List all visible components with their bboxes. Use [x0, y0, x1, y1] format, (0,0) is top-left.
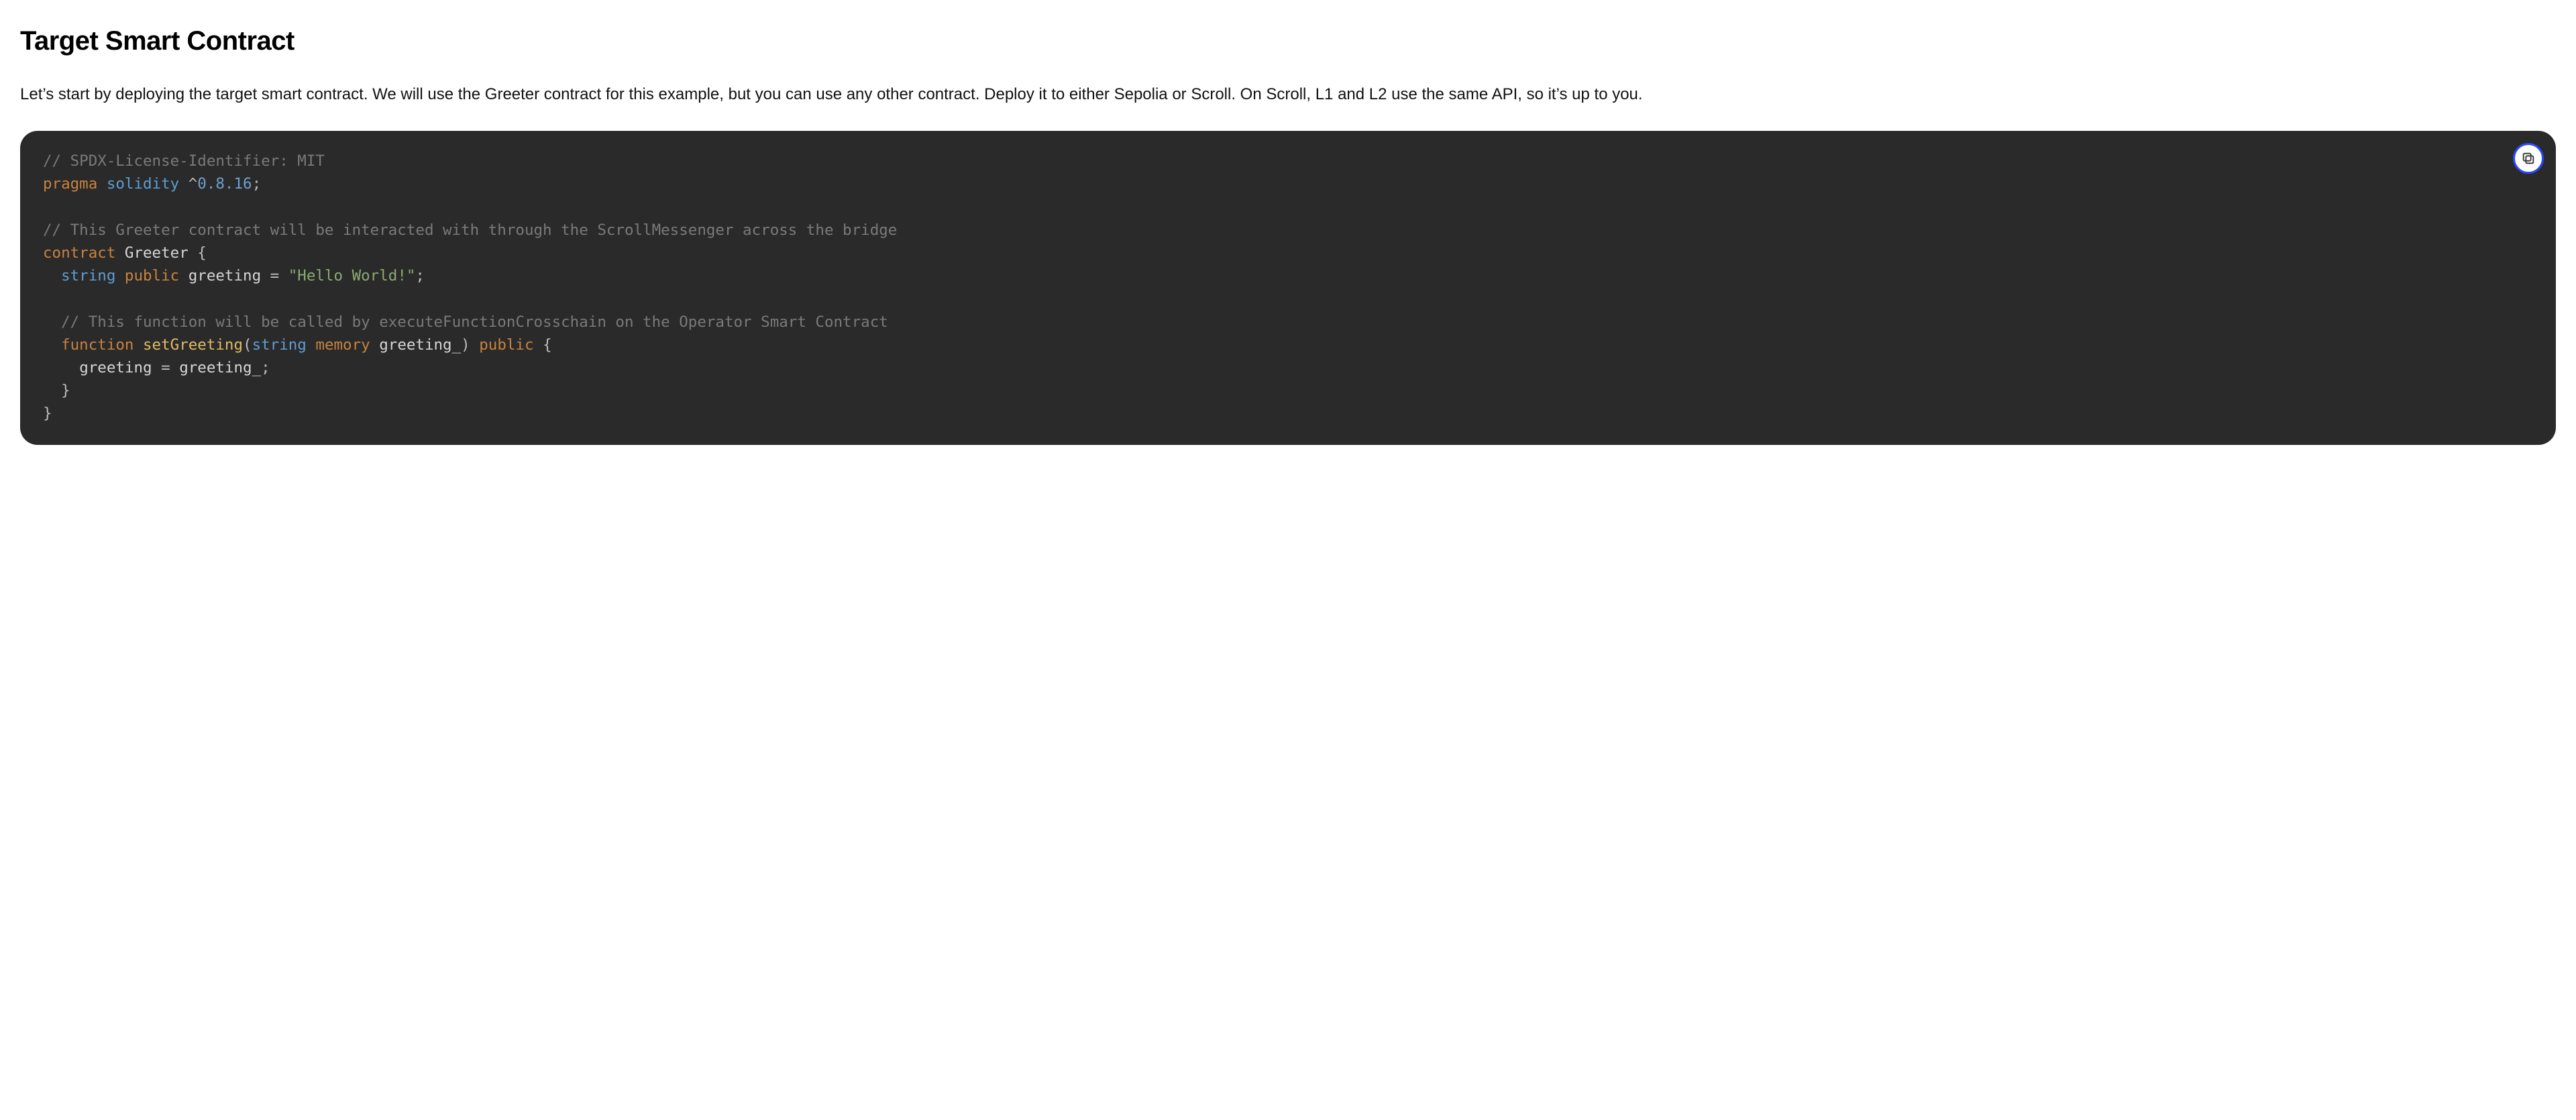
code-type: string — [252, 336, 307, 354]
code-block: // SPDX-License-Identifier: MIT pragma s… — [20, 131, 2556, 445]
code-number: 0.8.16 — [197, 175, 252, 193]
code-punct: } — [61, 382, 70, 399]
code-comment: // This Greeter contract will be interac… — [43, 221, 897, 239]
code-indent — [43, 359, 79, 376]
code-punct: ; — [415, 267, 425, 285]
copy-icon — [2521, 151, 2536, 166]
code-punct: { — [197, 244, 207, 262]
code-keyword: pragma — [43, 175, 97, 193]
code-keyword: contract — [43, 244, 115, 262]
code-punct: ( — [243, 336, 252, 354]
code-punct: ) — [461, 336, 470, 354]
code-ident: greeting_ — [179, 359, 261, 376]
code-ident: Greeter — [125, 244, 189, 262]
code-punct: ^ — [189, 175, 198, 193]
section-heading: Target Smart Contract — [20, 20, 2556, 62]
code-keyword: public — [125, 267, 179, 285]
code-comment: // SPDX-License-Identifier: MIT — [43, 152, 325, 170]
code-punct: ; — [252, 175, 262, 193]
code-indent — [43, 382, 61, 399]
copy-button[interactable] — [2513, 143, 2544, 174]
code-content: // SPDX-License-Identifier: MIT pragma s… — [43, 150, 2533, 425]
code-ident: greeting_ — [379, 336, 461, 354]
code-comment: // This function will be called by execu… — [61, 313, 888, 331]
code-punct: } — [43, 405, 52, 422]
code-ident: greeting — [79, 359, 152, 376]
code-punct: = — [161, 359, 170, 376]
code-ident: greeting — [189, 267, 261, 285]
code-keyword: public — [479, 336, 533, 354]
code-keyword: solidity — [107, 175, 179, 193]
code-punct: ; — [261, 359, 270, 376]
code-string: "Hello World!" — [288, 267, 416, 285]
code-type: string — [61, 267, 115, 285]
code-punct: = — [270, 267, 280, 285]
code-func: setGreeting — [143, 336, 243, 354]
code-indent — [43, 313, 61, 331]
intro-paragraph: Let’s start by deploying the target smar… — [20, 82, 2556, 107]
code-keyword: function — [61, 336, 133, 354]
code-punct: { — [543, 336, 552, 354]
code-indent — [43, 336, 61, 354]
code-indent — [43, 267, 61, 285]
code-keyword: memory — [315, 336, 370, 354]
